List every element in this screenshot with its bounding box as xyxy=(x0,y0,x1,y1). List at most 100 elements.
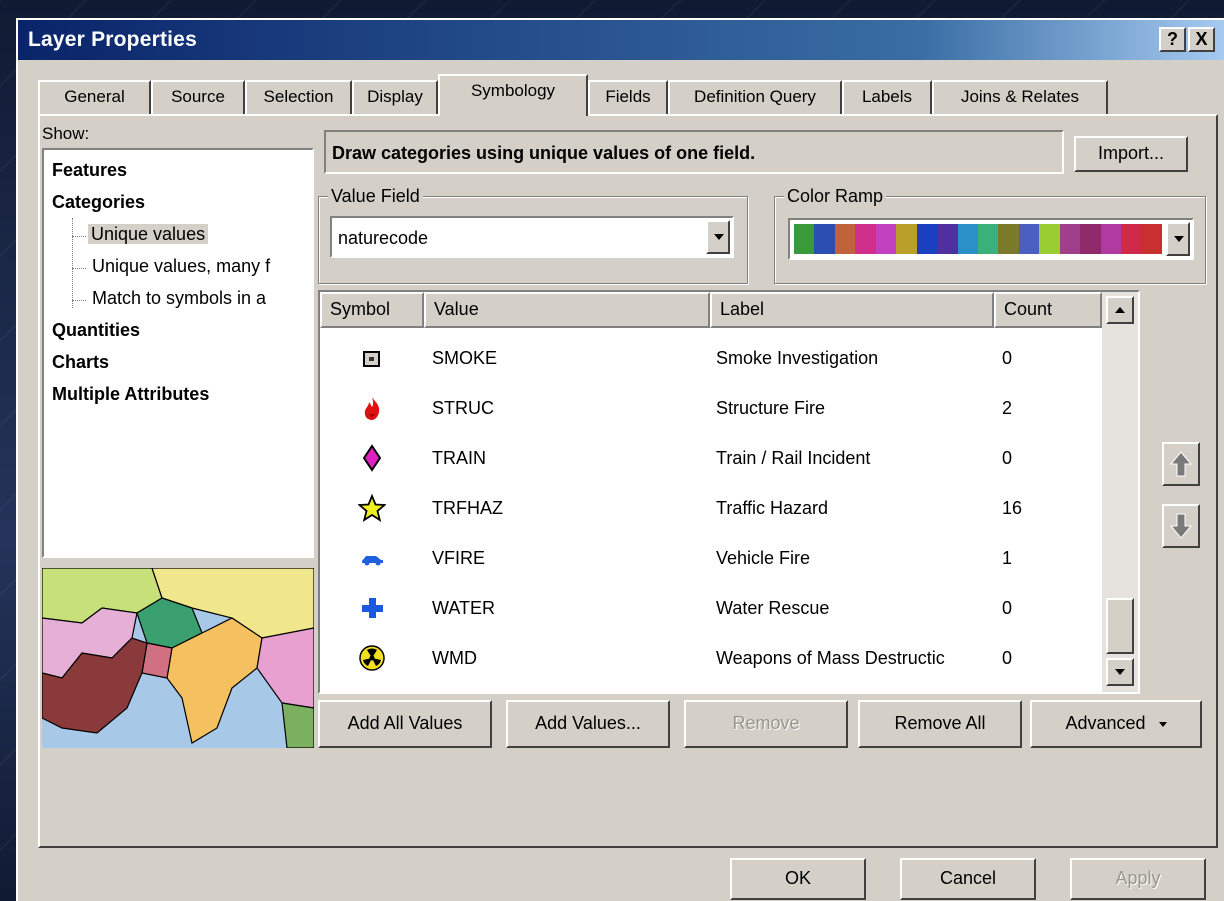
tree-connector xyxy=(72,268,86,269)
tree-item-unique-values-many[interactable]: Unique values, many f xyxy=(92,256,270,277)
remove-all-button[interactable]: Remove All xyxy=(858,700,1022,748)
table-row[interactable]: TRAIN Train / Rail Incident 0 xyxy=(320,434,1102,484)
table-row[interactable]: WMD Weapons of Mass Destructic 0 xyxy=(320,634,1102,684)
row-value: SMOKE xyxy=(432,348,498,368)
tree-item-quantities[interactable]: Quantities xyxy=(52,320,140,341)
symbol-table: Symbol Value Label Count SMOKE Smoke Inv… xyxy=(318,290,1140,694)
color-ramp-swatch xyxy=(896,224,917,254)
row-value: TRFHAZ xyxy=(432,498,503,518)
title-bar[interactable]: Layer Properties ? X xyxy=(18,20,1224,60)
add-all-values-button[interactable]: Add All Values xyxy=(318,700,492,748)
table-row[interactable]: SMOKE Smoke Investigation 0 xyxy=(320,334,1102,384)
column-header-value[interactable]: Value xyxy=(424,292,710,328)
row-count: 0 xyxy=(1002,448,1013,468)
scroll-thumb[interactable] xyxy=(1106,598,1134,654)
column-header-count[interactable]: Count xyxy=(994,292,1102,328)
fire-icon xyxy=(364,397,380,420)
table-row[interactable]: VFIRE Vehicle Fire 1 xyxy=(320,534,1102,584)
tab-joins-relates[interactable]: Joins & Relates xyxy=(932,80,1108,114)
tree-item-features[interactable]: Features xyxy=(52,160,127,181)
row-label: Vehicle Fire xyxy=(716,548,811,568)
cross-icon xyxy=(362,598,383,618)
color-ramp-swatch xyxy=(794,224,815,254)
row-label: Weapons of Mass Destructic xyxy=(716,648,945,668)
value-field-select[interactable]: naturecode xyxy=(330,216,734,258)
tree-item-match-symbols[interactable]: Match to symbols in a xyxy=(92,288,266,309)
chevron-down-icon[interactable] xyxy=(1166,222,1190,256)
apply-button[interactable]: Apply xyxy=(1070,858,1206,900)
ok-button[interactable]: OK xyxy=(730,858,866,900)
color-ramp-swatch xyxy=(1121,224,1142,254)
color-ramp-swatch xyxy=(834,224,856,254)
color-ramp-swatch xyxy=(1141,224,1162,254)
radiation-icon xyxy=(359,645,385,671)
add-values-button[interactable]: Add Values... xyxy=(506,700,670,748)
row-label: Water Rescue xyxy=(716,598,830,618)
color-ramp-swatch xyxy=(916,224,938,254)
column-header-symbol[interactable]: Symbol xyxy=(320,292,424,328)
row-count: 0 xyxy=(1002,598,1013,618)
tab-source[interactable]: Source xyxy=(151,80,245,114)
cancel-button[interactable]: Cancel xyxy=(900,858,1036,900)
row-label: Structure Fire xyxy=(716,398,826,418)
advanced-label: Advanced xyxy=(1065,713,1146,733)
map-preview-image xyxy=(42,568,314,748)
tab-general[interactable]: General xyxy=(38,80,151,114)
row-count: 16 xyxy=(1002,498,1023,518)
arrow-up-icon xyxy=(1169,451,1193,477)
show-label: Show: xyxy=(42,124,90,143)
tab-symbology[interactable]: Symbology xyxy=(438,74,588,116)
row-label: Traffic Hazard xyxy=(716,498,829,518)
advanced-button[interactable]: Advanced xyxy=(1030,700,1202,748)
help-button[interactable]: ? xyxy=(1159,27,1186,52)
row-value: STRUC xyxy=(432,398,494,418)
color-ramp-swatch xyxy=(937,224,958,254)
row-count: 2 xyxy=(1002,398,1013,418)
caret-down-icon xyxy=(1158,721,1167,727)
table-row[interactable]: TRFHAZ Traffic Hazard 16 xyxy=(320,484,1102,534)
tree-connector xyxy=(72,300,86,301)
close-button[interactable]: X xyxy=(1188,27,1215,52)
row-count: 0 xyxy=(1002,648,1013,668)
scroll-up-button[interactable] xyxy=(1106,296,1134,324)
scroll-down-button[interactable] xyxy=(1106,658,1134,686)
tab-definition-query[interactable]: Definition Query xyxy=(668,80,842,114)
tab-fields[interactable]: Fields xyxy=(588,80,668,114)
table-row[interactable]: WATER Water Rescue 0 xyxy=(320,584,1102,634)
color-ramp-swatch xyxy=(957,224,978,254)
move-down-button[interactable] xyxy=(1162,504,1200,548)
star-icon xyxy=(358,494,386,522)
row-label: Smoke Investigation xyxy=(716,348,879,368)
table-row[interactable]: STRUC Structure Fire 2 xyxy=(320,384,1102,434)
color-ramp-swatch xyxy=(875,224,897,254)
chevron-down-icon xyxy=(1115,669,1125,675)
remove-button[interactable]: Remove xyxy=(684,700,848,748)
color-ramp-swatch xyxy=(1080,224,1101,254)
smoke-icon xyxy=(363,351,380,367)
tree-item-categories[interactable]: Categories xyxy=(52,192,145,213)
tab-labels[interactable]: Labels xyxy=(842,80,932,114)
tree-item-multiple-attributes[interactable]: Multiple Attributes xyxy=(52,384,209,405)
row-value: VFIRE xyxy=(432,548,486,568)
color-ramp-swatch xyxy=(977,224,999,254)
color-ramp-select[interactable] xyxy=(788,218,1194,260)
layer-properties-dialog: Layer Properties ? X General Source Sele… xyxy=(16,18,1224,901)
tree-item-charts[interactable]: Charts xyxy=(52,352,109,373)
color-ramp-swatch xyxy=(1018,224,1040,254)
map-preview xyxy=(42,568,314,748)
tree-connector xyxy=(72,236,86,237)
chevron-down-icon[interactable] xyxy=(706,220,730,254)
table-body: SMOKE Smoke Investigation 0 STRUC Struct… xyxy=(320,328,1102,692)
move-up-button[interactable] xyxy=(1162,442,1200,486)
color-ramp-swatch xyxy=(1059,224,1081,254)
column-header-label[interactable]: Label xyxy=(710,292,994,328)
row-label: Train / Rail Incident xyxy=(716,448,871,468)
tab-display[interactable]: Display xyxy=(352,80,438,114)
tree-item-unique-values[interactable]: Unique values xyxy=(88,224,209,245)
color-ramp-swatch xyxy=(855,224,876,254)
tab-selection[interactable]: Selection xyxy=(245,80,352,114)
color-ramp-label: Color Ramp xyxy=(784,186,887,207)
table-scrollbar[interactable] xyxy=(1102,292,1138,692)
row-value: WMD xyxy=(432,648,477,668)
import-button[interactable]: Import... xyxy=(1074,136,1188,172)
